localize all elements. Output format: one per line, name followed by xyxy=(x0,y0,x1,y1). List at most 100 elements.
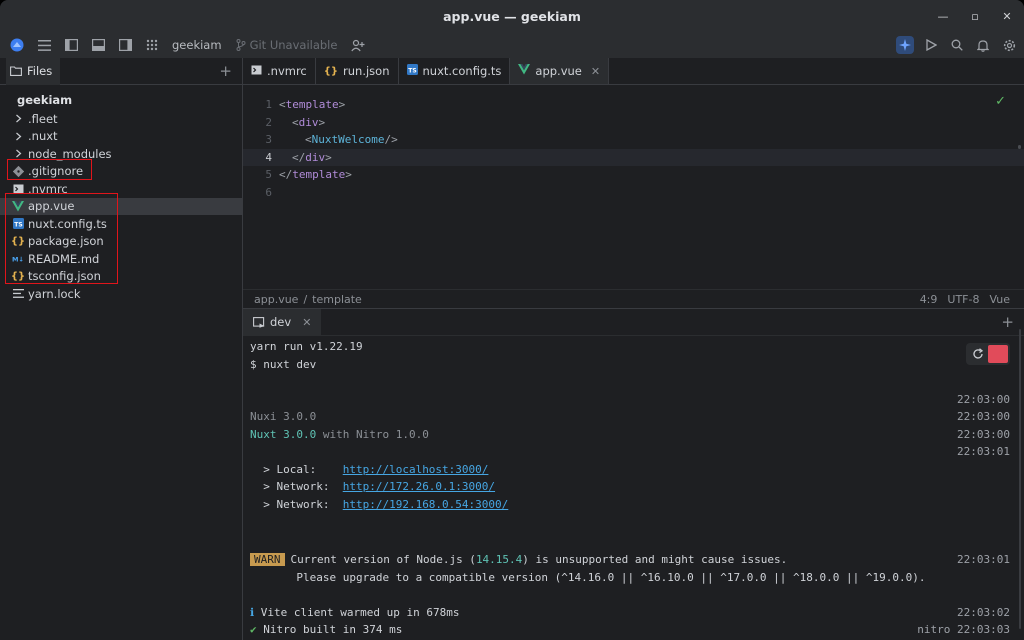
chevron-right-icon[interactable] xyxy=(11,112,25,126)
line-number: 2 xyxy=(265,115,272,129)
project-root[interactable]: geekiam xyxy=(0,91,242,110)
project-name[interactable]: geekiam xyxy=(172,38,222,52)
terminal-scrollbar[interactable] xyxy=(1019,329,1021,629)
editor-scrollbar[interactable] xyxy=(1018,145,1021,149)
output-text: Current version of Node.js ( xyxy=(290,553,476,566)
window-title: app.vue — geekiam xyxy=(443,8,581,24)
file-encoding[interactable]: UTF-8 xyxy=(947,293,979,306)
run-icon[interactable] xyxy=(922,36,940,54)
warn-badge: WARN xyxy=(250,553,285,566)
terminal-line: Nuxt 3.0.0 with Nitro 1.0.0 22:03:00 xyxy=(250,426,1010,444)
toggle-bottom-panel-icon[interactable] xyxy=(89,36,107,54)
files-tab[interactable]: Files xyxy=(10,64,52,78)
code-token: div xyxy=(305,150,326,164)
code-editor[interactable]: 1 < template > 2 < div > 3 < NuxtWelcome /> 4… xyxy=(243,96,1024,201)
tab-nvmrc[interactable]: .nvmrc xyxy=(243,58,316,84)
breadcrumb-separator: / xyxy=(303,292,308,306)
output-text: with Nitro 1.0.0 xyxy=(316,427,429,441)
chevron-right-icon[interactable] xyxy=(11,129,25,143)
ai-assistant-icon[interactable] xyxy=(896,36,914,54)
code-token: < xyxy=(305,133,312,147)
minimize-icon[interactable]: — xyxy=(936,10,950,23)
apps-grid-icon[interactable] xyxy=(143,36,161,54)
close-tab-icon[interactable]: ✕ xyxy=(302,316,311,329)
terminal-line: ℹ Vite client warmed up in 678ms 22:03:02 xyxy=(250,604,1010,622)
close-icon[interactable]: ✕ xyxy=(1000,10,1014,23)
code-token: NuxtWelcome xyxy=(311,133,385,147)
tree-item-label: yarn.lock xyxy=(28,286,81,301)
git-status-label: Git Unavailable xyxy=(249,38,338,52)
toolbar-right xyxy=(896,32,1018,58)
output-text: 14.15.4 xyxy=(475,553,523,566)
terminal-line: > Local: http://localhost:3000/ xyxy=(250,461,1010,479)
tree-item-yarn-lock[interactable]: yarn.lock xyxy=(0,285,242,303)
close-tab-icon[interactable]: ✕ xyxy=(591,65,600,78)
toggle-right-panel-icon[interactable] xyxy=(116,36,134,54)
editor-status: 4:9 UTF-8 Vue xyxy=(920,290,1010,309)
maximize-icon[interactable]: ▫ xyxy=(968,10,982,23)
network-url-link[interactable]: http://172.26.0.1:3000/ xyxy=(343,480,495,493)
terminal-line: Please upgrade to a compatible version (… xyxy=(250,569,1010,587)
code-line: 3 < NuxtWelcome /> xyxy=(243,131,1024,149)
terminal-line: WARN Current version of Node.js (14.15.4)… xyxy=(250,551,1010,569)
code-line: 1 < template > xyxy=(243,96,1024,114)
add-terminal-icon[interactable]: + xyxy=(1001,313,1014,331)
breadcrumb-item[interactable]: app.vue xyxy=(254,293,298,306)
json-file-icon: {} xyxy=(323,65,339,77)
add-user-icon[interactable] xyxy=(349,36,367,54)
files-sidebar: Files + geekiam .fleet .nuxt node_module… xyxy=(0,58,243,640)
success-check-icon: ✔ xyxy=(250,623,257,636)
line-number: 4 xyxy=(265,150,272,164)
run-console-icon xyxy=(253,316,265,328)
code-token: </ xyxy=(279,168,293,182)
timestamp: 22:03:00 xyxy=(957,427,1010,441)
notifications-bell-icon[interactable] xyxy=(974,36,992,54)
timestamp: 22:03:00 xyxy=(957,410,1010,423)
terminal-line: $ nuxt dev xyxy=(250,356,1010,374)
cursor-position[interactable]: 4:9 xyxy=(920,293,938,306)
settings-gear-icon[interactable] xyxy=(1000,36,1018,54)
timestamp: 22:03:02 xyxy=(957,605,1010,619)
tree-item-fleet[interactable]: .fleet xyxy=(0,110,242,128)
network-url-link[interactable]: http://192.168.0.54:3000/ xyxy=(343,498,509,511)
terminal-line: Nuxi 3.0.0 22:03:00 xyxy=(250,408,1010,426)
search-icon[interactable] xyxy=(948,36,966,54)
code-token: > xyxy=(345,168,352,182)
terminal-line: ✔ Nitro built in 374 ms nitro 22:03:03 xyxy=(250,621,1010,639)
toggle-left-panel-icon[interactable] xyxy=(62,36,80,54)
terminal-line: yarn run v1.22.19 xyxy=(250,338,1010,356)
tree-item-label: .fleet xyxy=(28,111,58,126)
local-url-link[interactable]: http://localhost:3000/ xyxy=(343,463,489,476)
tab-dev[interactable]: dev ✕ xyxy=(243,309,322,335)
output-text: Nuxi 3.0.0 xyxy=(250,410,317,423)
code-token: > xyxy=(318,115,326,129)
add-panel-icon[interactable]: + xyxy=(219,62,232,80)
fleet-logo-icon[interactable] xyxy=(8,36,26,54)
folder-icon xyxy=(10,66,22,76)
tab-label: app.vue xyxy=(535,64,582,78)
main-menu-icon[interactable] xyxy=(35,36,53,54)
tree-item-nuxt[interactable]: .nuxt xyxy=(0,128,242,146)
terminal-output[interactable]: yarn run v1.22.19 $ nuxt dev 22:03:00 Nu… xyxy=(250,338,1010,639)
tab-app-vue[interactable]: app.vue ✕ xyxy=(510,58,610,84)
code-token: template xyxy=(285,98,339,112)
main-toolbar: geekiam Git Unavailable xyxy=(0,32,1024,58)
code-token: template xyxy=(292,168,346,182)
line-number: 1 xyxy=(265,98,272,112)
file-language[interactable]: Vue xyxy=(989,293,1010,306)
line-number: 5 xyxy=(265,168,272,182)
tab-nuxt-config[interactable]: TS nuxt.config.ts xyxy=(399,58,511,84)
output-text: Nuxt 3.0.0 xyxy=(250,427,317,441)
terminal-line: 22:03:01 xyxy=(250,443,1010,461)
terminal-panel: dev ✕ + yarn run v1.22.19 $ nuxt dev 22:… xyxy=(243,308,1024,640)
breadcrumb-item[interactable]: template xyxy=(312,293,362,306)
code-token: > xyxy=(325,150,332,164)
timestamp: 22:03:01 xyxy=(957,445,1010,458)
terminal-line: 22:03:00 xyxy=(250,391,1010,409)
svg-text:TS: TS xyxy=(408,67,416,74)
tab-label: dev xyxy=(270,315,292,329)
git-status[interactable]: Git Unavailable xyxy=(236,38,338,52)
git-branch-icon xyxy=(236,39,246,51)
tab-run-json[interactable]: {} run.json xyxy=(316,58,399,84)
